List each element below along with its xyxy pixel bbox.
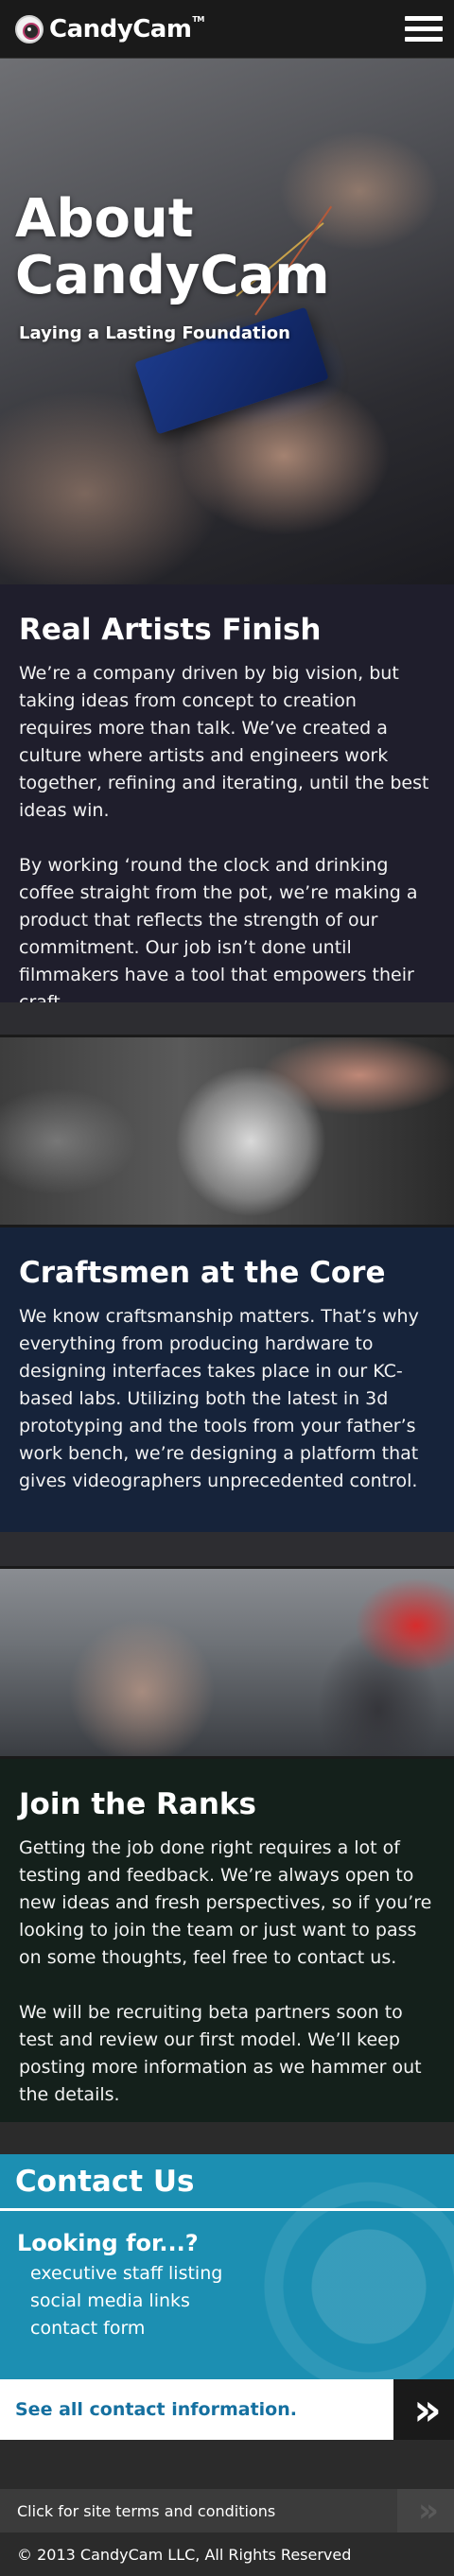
contact-title: Contact Us (15, 2164, 195, 2199)
section-paragraph: Getting the job done right requires a lo… (19, 1837, 432, 1968)
see-all-contact-button[interactable]: See all contact information. » (0, 2379, 454, 2440)
section-paragraph: We will be recruiting beta partners soon… (19, 2002, 422, 2105)
page-subtitle: Laying a Lasting Foundation (19, 323, 290, 343)
logo-text: CandyCamTM (49, 15, 204, 44)
section-heading: Craftsmen at the Core (19, 1256, 386, 1290)
logo[interactable]: CandyCamTM (15, 14, 204, 44)
contact-link-executive-staff[interactable]: executive staff listing (17, 2260, 437, 2288)
hamburger-menu-icon[interactable] (405, 10, 443, 48)
section-real-artists-finish: Real Artists Finish We’re a company driv… (0, 584, 454, 1013)
contact-subtitle: Looking for...? (17, 2230, 199, 2256)
terms-link[interactable]: Click for site terms and conditions (17, 2502, 275, 2520)
section-join-the-ranks: Join the Ranks Getting the job done righ… (0, 1759, 454, 2122)
contact-link-contact-form[interactable]: contact form (17, 2315, 437, 2342)
logo-name: CandyCam (49, 14, 192, 44)
see-all-contact-label: See all contact information. (15, 2399, 297, 2420)
contact-title-bar: Contact Us (0, 2154, 454, 2211)
page: CandyCamTM About CandyCam Laying a Lasti… (0, 0, 454, 2576)
terms-link-bar[interactable]: Click for site terms and conditions » (0, 2489, 454, 2532)
section-heading: Join the Ranks (19, 1787, 256, 1821)
site-header: CandyCamTM (0, 0, 454, 59)
footer-spacer (0, 2440, 454, 2489)
menu-bar (405, 16, 443, 21)
section-paragraph: We’re a company driven by big vision, bu… (19, 663, 429, 821)
double-chevron-right-icon: » (393, 2379, 454, 2440)
contact-body: Looking for...? executive staff listing … (0, 2211, 454, 2342)
section-paragraph: By working ‘round the clock and drinking… (19, 855, 418, 1013)
menu-bar (405, 37, 443, 42)
lathe-craftsman-photo (0, 1035, 454, 1227)
logo-trademark: TM (192, 14, 204, 24)
section-heading: Real Artists Finish (19, 613, 322, 647)
section-craftsmen-at-the-core: Craftsmen at the Core We know craftsmans… (0, 1227, 454, 1532)
team-with-camera-rig-photo (0, 1566, 454, 1759)
hero-banner: About CandyCam Laying a Lasting Foundati… (0, 59, 454, 584)
contact-link-social-media[interactable]: social media links (17, 2288, 437, 2315)
section-paragraph: We know craftsmanship matters. That’s wh… (19, 1306, 419, 1491)
copyright-notice: © 2013 CandyCam LLC, All Rights Reserved (0, 2532, 454, 2576)
section-divider (0, 1002, 454, 1035)
contact-panel: Contact Us Looking for...? executive sta… (0, 2154, 454, 2379)
camera-lens-logo-icon (15, 14, 44, 44)
menu-bar (405, 26, 443, 31)
section-divider (0, 1532, 454, 1566)
double-chevron-right-icon: » (397, 2489, 454, 2532)
page-title: About CandyCam (15, 188, 330, 306)
